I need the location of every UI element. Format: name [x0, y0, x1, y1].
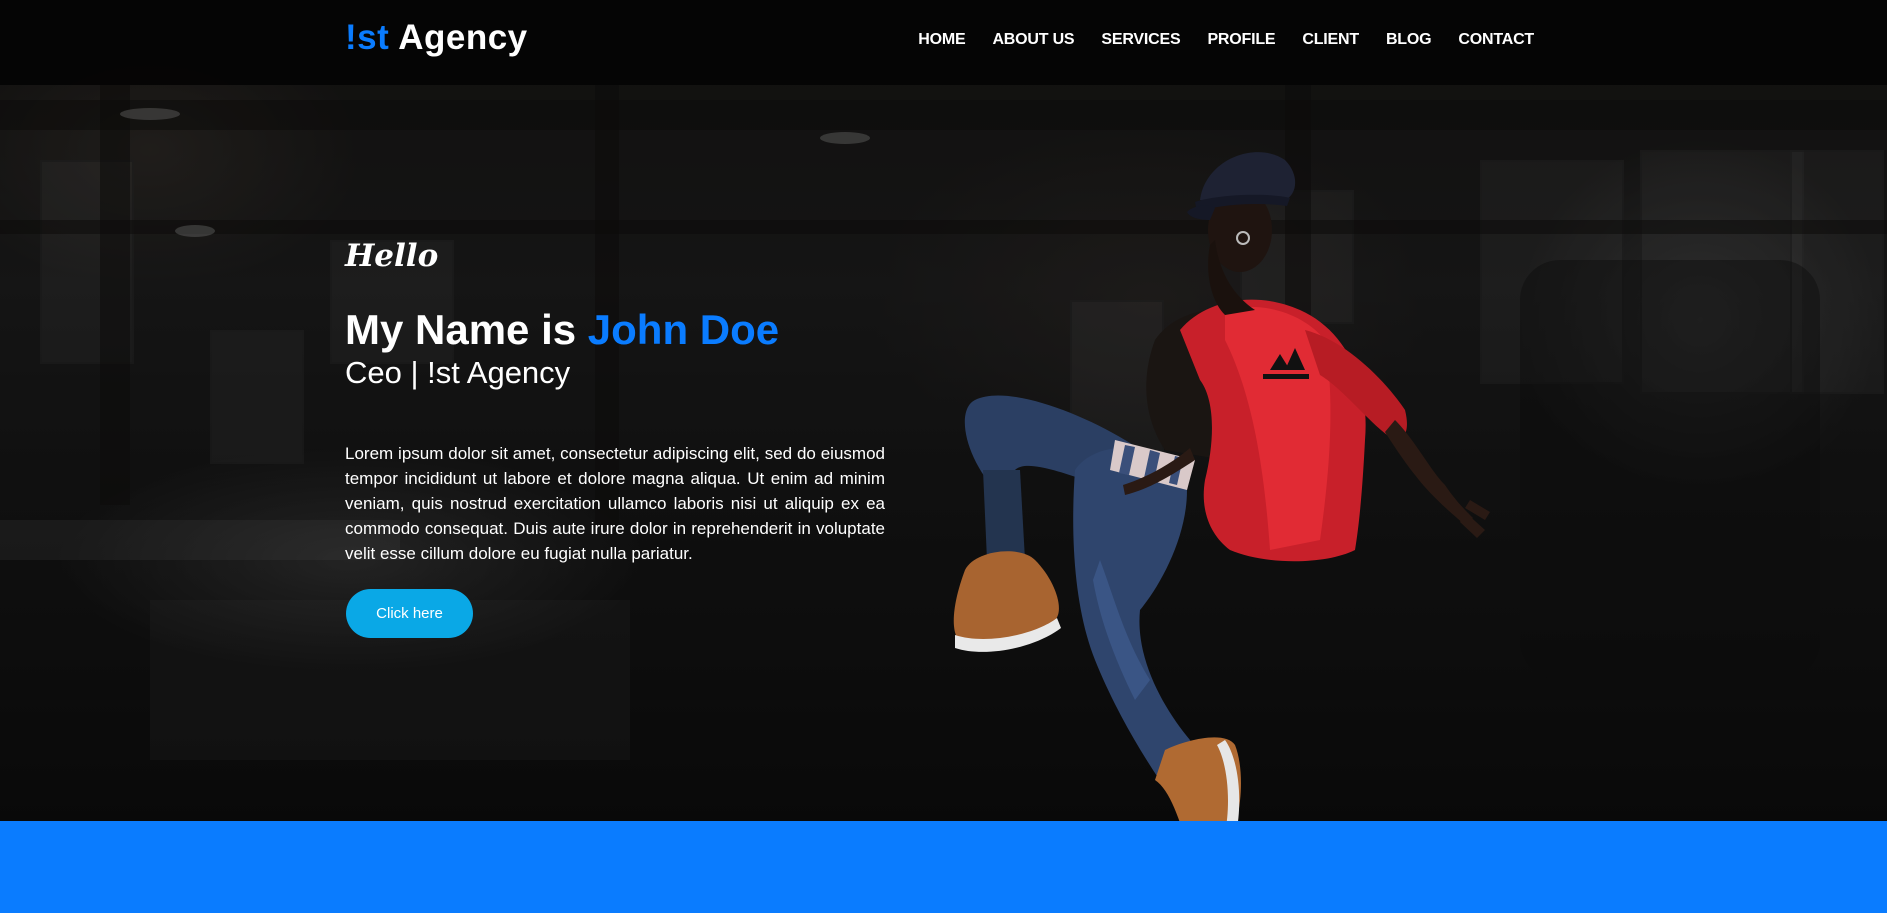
nav-contact[interactable]: CONTACT — [1458, 31, 1534, 49]
hero-subtitle: Ceo | !st Agency — [345, 355, 571, 390]
dancer-photo — [953, 152, 1490, 866]
hero-greeting: Hello — [345, 238, 439, 274]
hero-name-heading: My Name is John Doe — [345, 306, 779, 354]
main-navigation: HOME ABOUT US SERVICES PROFILE CLIENT BL… — [918, 31, 1534, 49]
logo-accent-text: !st — [345, 18, 390, 57]
nav-blog[interactable]: BLOG — [1386, 31, 1432, 49]
nav-home[interactable]: HOME — [918, 31, 965, 49]
logo-text: Agency — [389, 18, 528, 57]
click-here-button[interactable]: Click here — [346, 589, 473, 638]
page: !st Agency HOME ABOUT US SERVICES PROFIL… — [0, 0, 1887, 913]
nav-profile[interactable]: PROFILE — [1207, 31, 1275, 49]
top-navbar: !st Agency HOME ABOUT US SERVICES PROFIL… — [0, 0, 1887, 85]
nav-services[interactable]: SERVICES — [1101, 31, 1180, 49]
person-name: John Doe — [587, 306, 780, 353]
blue-section-band — [0, 821, 1887, 913]
nav-client[interactable]: CLIENT — [1302, 31, 1359, 49]
hero-description: Lorem ipsum dolor sit amet, consectetur … — [345, 444, 885, 563]
site-logo[interactable]: !st Agency — [345, 18, 528, 58]
name-prefix: My Name is — [345, 306, 588, 353]
nav-about-us[interactable]: ABOUT US — [992, 31, 1074, 49]
